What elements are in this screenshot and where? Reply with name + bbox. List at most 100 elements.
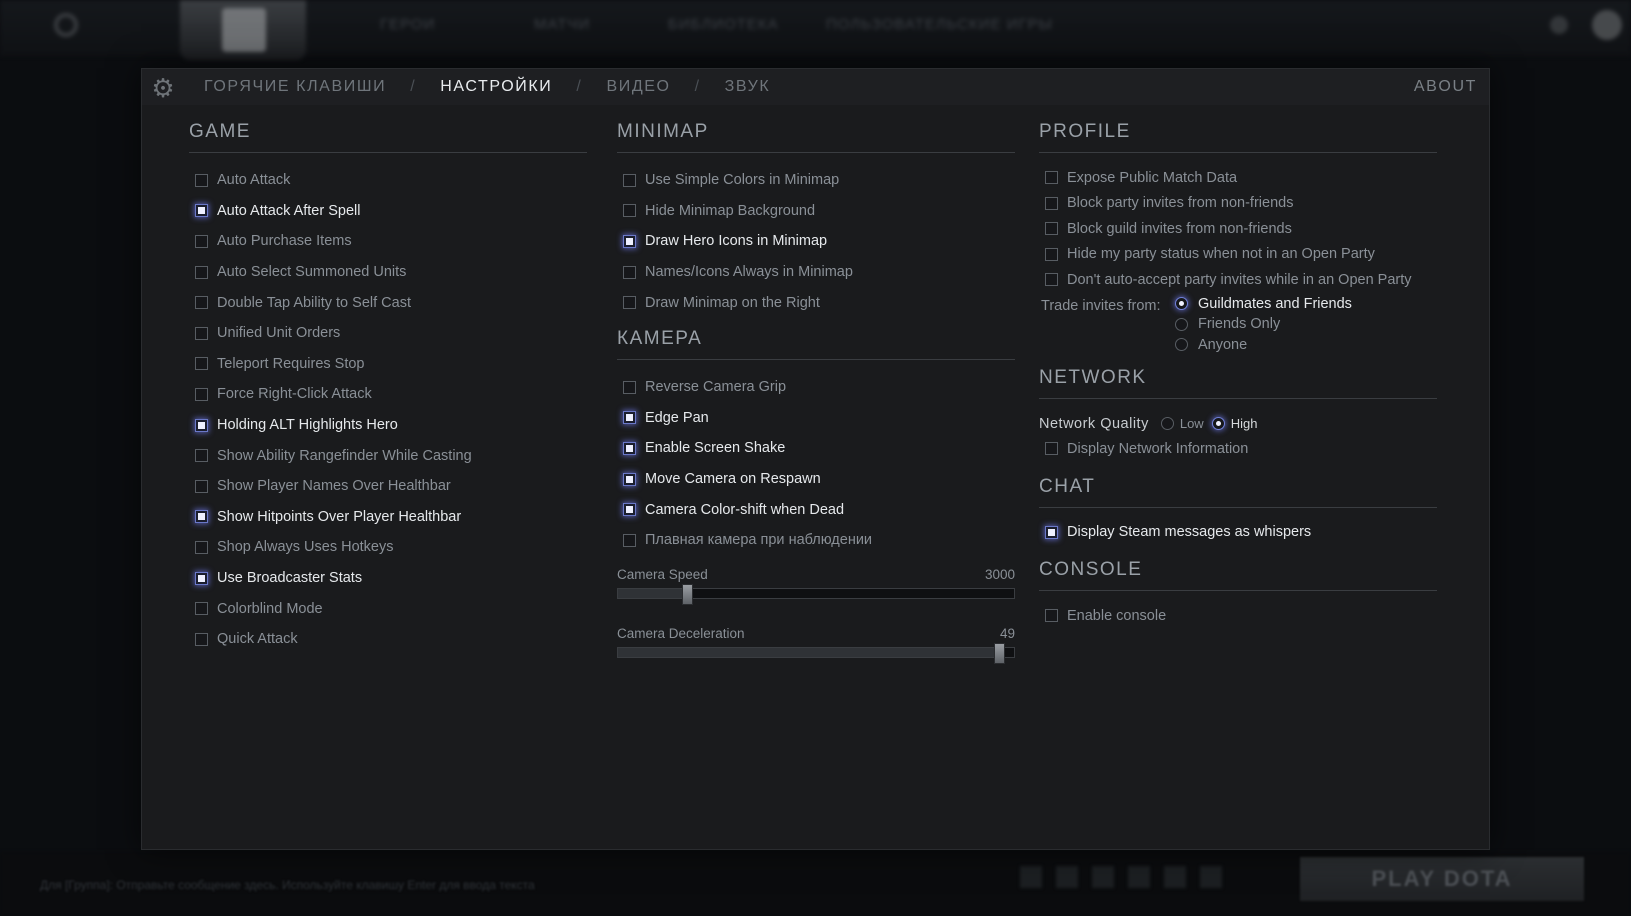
party-chat-input[interactable]: Для [Группа]: Отправьте сообщение здесь.…	[40, 878, 535, 892]
tab-video[interactable]: ВИДЕО	[606, 78, 670, 96]
camera-option-enable-screen-shake[interactable]: Enable Screen Shake	[617, 433, 1015, 464]
game-option-colorblind-mode[interactable]: Colorblind Mode	[189, 593, 587, 624]
game-option-quick-attack[interactable]: Quick Attack	[189, 624, 587, 655]
camera-decel-slider[interactable]	[617, 642, 1015, 664]
game-option-use-broadcaster-stats[interactable]: Use Broadcaster Stats	[189, 563, 587, 594]
trade-option-anyone[interactable]: Anyone	[1175, 335, 1352, 356]
checkbox-icon[interactable]	[195, 632, 208, 646]
checkbox-icon[interactable]	[195, 449, 208, 463]
checkbox-icon[interactable]	[195, 326, 208, 340]
console-option-enable-console[interactable]: Enable console	[1039, 603, 1437, 629]
checkbox-checked-icon[interactable]	[1045, 525, 1058, 539]
checkbox-icon[interactable]	[195, 296, 208, 310]
camera-speed-slider[interactable]	[617, 583, 1015, 605]
profile-option-expose-public-match-data[interactable]: Expose Public Match Data	[1039, 165, 1437, 191]
about-link[interactable]: ABOUT	[1414, 78, 1477, 96]
tab-sound[interactable]: ЗВУК	[725, 78, 771, 96]
checkbox-icon[interactable]	[195, 387, 208, 401]
game-option-auto-select-summoned-units[interactable]: Auto Select Summoned Units	[189, 257, 587, 288]
game-option-auto-attack[interactable]: Auto Attack	[189, 165, 587, 196]
checkbox-icon[interactable]	[195, 479, 208, 493]
notification-icon[interactable]	[1550, 16, 1568, 34]
bottom-toolbar-icon[interactable]	[1200, 866, 1222, 888]
checkbox-checked-icon[interactable]	[623, 472, 636, 486]
chat-option-display-steam-messages-as-whispers[interactable]: Display Steam messages as whispers	[1039, 520, 1437, 546]
checkbox-checked-icon[interactable]	[195, 204, 208, 218]
camera-speed-thumb[interactable]	[682, 583, 694, 605]
checkbox-checked-icon[interactable]	[195, 510, 208, 524]
game-option-teleport-requires-stop[interactable]: Teleport Requires Stop	[189, 349, 587, 380]
trade-option-friends-only[interactable]: Friends Only	[1175, 314, 1352, 335]
checkbox-icon[interactable]	[1045, 273, 1058, 287]
nav-library[interactable]: БИБЛИОТЕКА	[668, 16, 779, 33]
minimap-option-names-icons-always-in-minimap[interactable]: Names/Icons Always in Minimap	[617, 257, 1015, 288]
checkbox-icon[interactable]	[623, 380, 636, 394]
game-option-unified-unit-orders[interactable]: Unified Unit Orders	[189, 318, 587, 349]
bottom-toolbar-icon[interactable]	[1128, 866, 1150, 888]
checkbox-icon[interactable]	[195, 173, 208, 187]
nav-heroes[interactable]: ГЕРОИ	[380, 16, 435, 33]
play-dota-button[interactable]: PLAY DOTA	[1300, 857, 1584, 901]
checkbox-icon[interactable]	[1045, 247, 1058, 261]
checkbox-icon[interactable]	[195, 357, 208, 371]
camera-option-плавная-камера-при-наблюдении[interactable]: Плавная камера при наблюдении	[617, 525, 1015, 556]
game-option-shop-always-uses-hotkeys[interactable]: Shop Always Uses Hotkeys	[189, 532, 587, 563]
network-quality-high[interactable]: High	[1211, 416, 1257, 431]
checkbox-icon[interactable]	[1045, 609, 1058, 623]
minimap-option-use-simple-colors-in-minimap[interactable]: Use Simple Colors in Minimap	[617, 165, 1015, 196]
network-option-display-network-information[interactable]: Display Network Information	[1039, 436, 1437, 462]
tab-hotkeys[interactable]: ГОРЯЧИЕ КЛАВИШИ	[204, 78, 386, 96]
radio-icon[interactable]	[1175, 297, 1188, 311]
minimap-option-draw-minimap-on-the-right[interactable]: Draw Minimap on the Right	[617, 287, 1015, 318]
nav-custom-games[interactable]: ПОЛЬЗОВАТЕЛЬСКИЕ ИГРЫ	[826, 16, 1053, 33]
game-option-show-hitpoints-over-player-healthbar[interactable]: Show Hitpoints Over Player Healthbar	[189, 502, 587, 533]
camera-option-edge-pan[interactable]: Edge Pan	[617, 403, 1015, 434]
game-option-auto-purchase-items[interactable]: Auto Purchase Items	[189, 226, 587, 257]
checkbox-icon[interactable]	[195, 265, 208, 279]
game-option-show-player-names-over-healthbar[interactable]: Show Player Names Over Healthbar	[189, 471, 587, 502]
camera-option-camera-color-shift-when-dead[interactable]: Camera Color-shift when Dead	[617, 494, 1015, 525]
radio-icon[interactable]	[1175, 317, 1188, 331]
profile-option-hide-my-party-status-when-not-in-an-open-party[interactable]: Hide my party status when not in an Open…	[1039, 242, 1437, 268]
game-option-double-tap-ability-to-self-cast[interactable]: Double Tap Ability to Self Cast	[189, 287, 587, 318]
profile-option-block-party-invites-from-non-friends[interactable]: Block party invites from non-friends	[1039, 191, 1437, 217]
bottom-toolbar-icon[interactable]	[1056, 866, 1078, 888]
checkbox-checked-icon[interactable]	[623, 234, 636, 248]
checkbox-icon[interactable]	[623, 173, 636, 187]
menu-gear-icon[interactable]	[54, 13, 78, 37]
radio-icon[interactable]	[1175, 338, 1188, 352]
bottom-toolbar-icon[interactable]	[1020, 866, 1042, 888]
checkbox-checked-icon[interactable]	[195, 418, 208, 432]
checkbox-icon[interactable]	[1045, 222, 1058, 236]
camera-decel-thumb[interactable]	[993, 642, 1005, 664]
game-option-holding-alt-highlights-hero[interactable]: Holding ALT Highlights Hero	[189, 410, 587, 441]
minimap-option-draw-hero-icons-in-minimap[interactable]: Draw Hero Icons in Minimap	[617, 226, 1015, 257]
camera-option-move-camera-on-respawn[interactable]: Move Camera on Respawn	[617, 464, 1015, 495]
checkbox-checked-icon[interactable]	[623, 503, 636, 517]
checkbox-icon[interactable]	[1045, 171, 1058, 185]
checkbox-icon[interactable]	[195, 234, 208, 248]
checkbox-icon[interactable]	[623, 204, 636, 218]
bottom-toolbar-icon[interactable]	[1092, 866, 1114, 888]
network-quality-low[interactable]: Low	[1160, 416, 1204, 431]
nav-matches[interactable]: МАТЧИ	[534, 16, 590, 33]
checkbox-checked-icon[interactable]	[623, 441, 636, 455]
checkbox-icon[interactable]	[195, 602, 208, 616]
checkbox-icon[interactable]	[623, 533, 636, 547]
checkbox-icon[interactable]	[623, 296, 636, 310]
checkbox-icon[interactable]	[1045, 196, 1058, 210]
game-option-force-right-click-attack[interactable]: Force Right-Click Attack	[189, 379, 587, 410]
camera-option-reverse-camera-grip[interactable]: Reverse Camera Grip	[617, 372, 1015, 403]
profile-option-don-t-auto-accept-party-invites-while-in-an-open-party[interactable]: Don't auto-accept party invites while in…	[1039, 267, 1437, 293]
tab-settings[interactable]: НАСТРОЙКИ	[440, 78, 552, 96]
checkbox-icon[interactable]	[1045, 442, 1058, 456]
trade-option-guildmates-and-friends[interactable]: Guildmates and Friends	[1175, 294, 1352, 315]
checkbox-icon[interactable]	[623, 265, 636, 279]
game-option-auto-attack-after-spell[interactable]: Auto Attack After Spell	[189, 196, 587, 227]
minimap-option-hide-minimap-background[interactable]: Hide Minimap Background	[617, 196, 1015, 227]
checkbox-checked-icon[interactable]	[623, 411, 636, 425]
avatar[interactable]	[1592, 10, 1622, 40]
profile-option-block-guild-invites-from-non-friends[interactable]: Block guild invites from non-friends	[1039, 216, 1437, 242]
bottom-toolbar-icon[interactable]	[1164, 866, 1186, 888]
checkbox-icon[interactable]	[195, 540, 208, 554]
